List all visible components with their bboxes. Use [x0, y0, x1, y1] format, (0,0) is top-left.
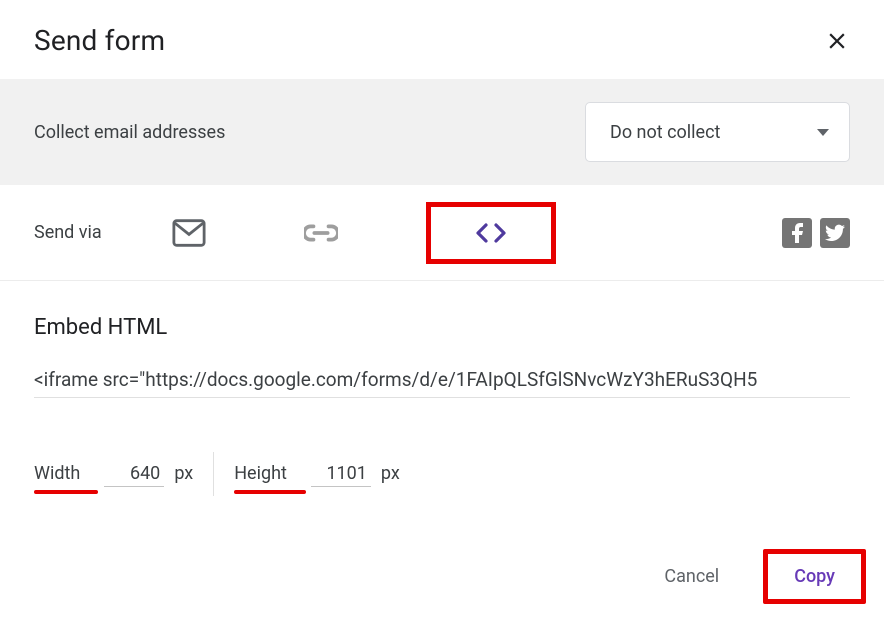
- send-via-email[interactable]: [164, 211, 214, 255]
- width-input[interactable]: [104, 461, 164, 487]
- width-group: Width px: [34, 461, 193, 487]
- embed-html-title: Embed HTML: [34, 315, 850, 340]
- collect-email-selected: Do not collect: [610, 122, 720, 143]
- send-via-embed[interactable]: [426, 202, 556, 264]
- link-icon: [304, 223, 338, 243]
- social-share: [782, 218, 850, 248]
- mail-icon: [172, 219, 206, 247]
- dialog-footer: Cancel Copy: [640, 549, 866, 604]
- height-group: Height px: [234, 461, 400, 487]
- chevron-down-icon: [817, 129, 829, 136]
- cancel-button[interactable]: Cancel: [640, 554, 743, 599]
- collect-email-select[interactable]: Do not collect: [585, 102, 850, 162]
- height-label: Height: [234, 463, 287, 484]
- facebook-icon: [789, 223, 805, 243]
- height-input[interactable]: [311, 461, 371, 487]
- copy-button-highlight: Copy: [763, 549, 866, 604]
- send-via-label: Send via: [34, 222, 102, 243]
- height-unit: px: [381, 463, 400, 484]
- share-facebook[interactable]: [782, 218, 812, 248]
- close-icon[interactable]: [824, 28, 850, 54]
- twitter-icon: [825, 224, 845, 242]
- collect-email-label: Collect email addresses: [34, 122, 225, 143]
- divider: [213, 452, 214, 496]
- embed-icon: [474, 221, 508, 245]
- embed-section: Embed HTML <iframe src="https://docs.goo…: [0, 281, 884, 398]
- embed-code-field[interactable]: <iframe src="https://docs.google.com/for…: [34, 368, 850, 398]
- copy-button[interactable]: Copy: [770, 556, 859, 597]
- dimensions-row: Width px Height px: [0, 452, 884, 496]
- dialog-title: Send form: [34, 24, 165, 57]
- send-via-row: Send via: [0, 185, 884, 281]
- width-label: Width: [34, 463, 80, 484]
- share-twitter[interactable]: [820, 218, 850, 248]
- send-via-link[interactable]: [296, 215, 346, 251]
- dialog-header: Send form: [0, 0, 884, 79]
- width-unit: px: [174, 463, 193, 484]
- collect-email-row: Collect email addresses Do not collect: [0, 79, 884, 185]
